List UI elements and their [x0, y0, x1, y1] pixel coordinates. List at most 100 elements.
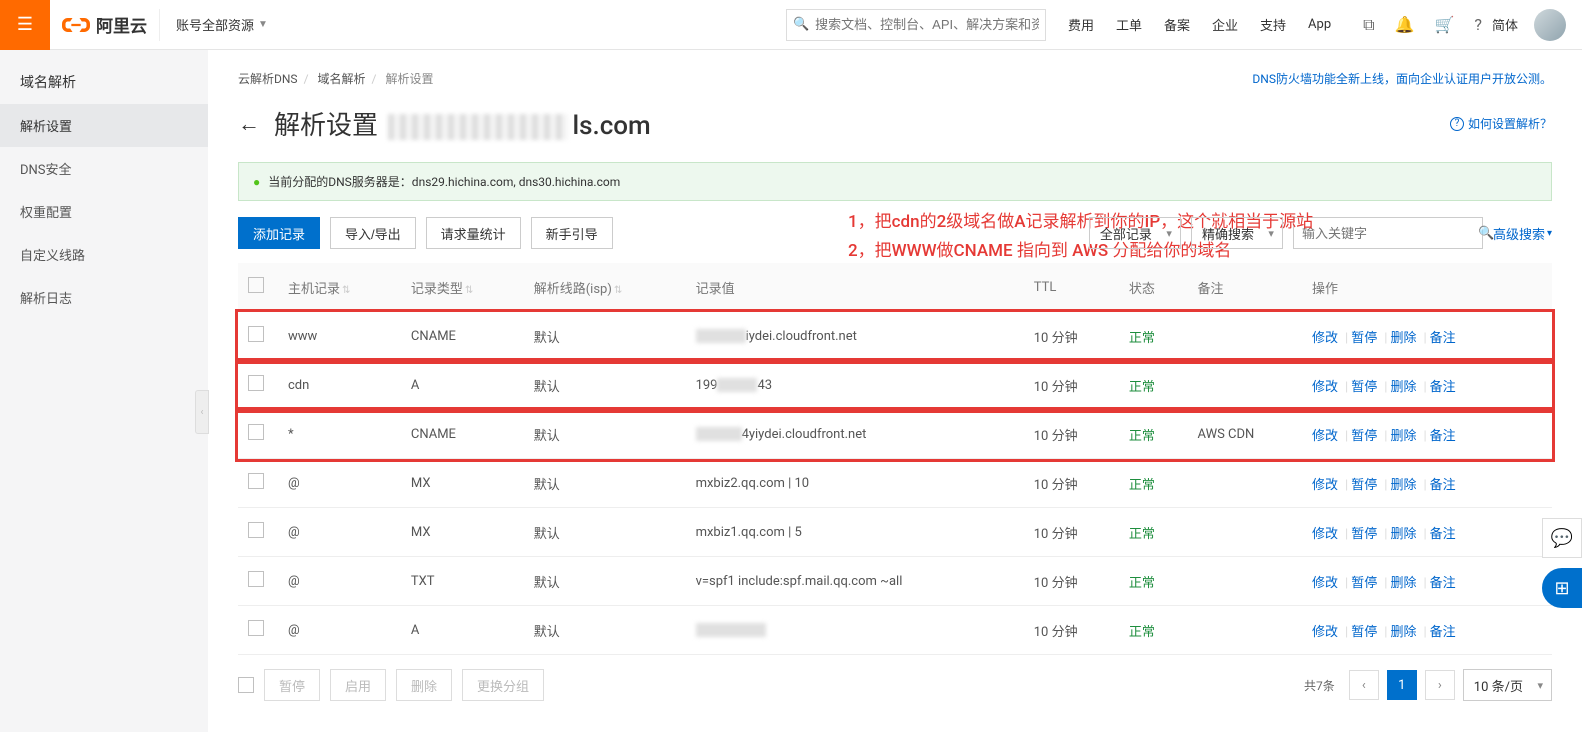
op-pause[interactable]: 暂停: [1351, 478, 1377, 493]
dns-server-alert: ● 当前分配的DNS服务器是：dns29.hichina.com, dns30.…: [238, 162, 1552, 201]
op-remark[interactable]: 备注: [1430, 331, 1456, 346]
sidebar-item-0[interactable]: 域名解析: [0, 60, 208, 104]
toolbar: 添加记录 导入/导出 请求量统计 新手引导 全部记录 精确搜索 🔍 高级搜索 ▾: [238, 217, 1552, 249]
nav-billing[interactable]: 费用: [1068, 15, 1094, 34]
op-remark[interactable]: 备注: [1430, 478, 1456, 493]
nav-support[interactable]: 支持: [1260, 15, 1286, 34]
op-remark[interactable]: 备注: [1430, 576, 1456, 591]
chat-float-button[interactable]: 💬: [1542, 518, 1582, 558]
nav-icp[interactable]: 备案: [1164, 15, 1190, 34]
bulk-delete-button[interactable]: 删除: [396, 669, 452, 701]
op-pause[interactable]: 暂停: [1351, 576, 1377, 591]
bulk-enable-button[interactable]: 启用: [330, 669, 386, 701]
help-icon[interactable]: ?: [1474, 15, 1482, 34]
op-delete[interactable]: 删除: [1390, 527, 1416, 542]
op-edit[interactable]: 修改: [1312, 625, 1338, 640]
sidebar-item-3[interactable]: 权重配置: [0, 190, 208, 233]
cart-icon[interactable]: 🛒: [1435, 15, 1455, 34]
page-1-button[interactable]: 1: [1387, 670, 1417, 700]
sidebar-item-1[interactable]: 解析设置: [0, 104, 208, 147]
op-edit[interactable]: 修改: [1312, 527, 1338, 542]
notification-icon[interactable]: 🔔: [1395, 15, 1415, 34]
bulk-pause-button[interactable]: 暂停: [264, 669, 320, 701]
op-edit[interactable]: 修改: [1312, 380, 1338, 395]
col-host[interactable]: 主机记录⇅: [278, 263, 401, 312]
op-remark[interactable]: 备注: [1430, 380, 1456, 395]
import-export-button[interactable]: 导入/导出: [330, 217, 416, 249]
row-checkbox[interactable]: [248, 326, 264, 342]
sidebar-item-4[interactable]: 自定义线路: [0, 233, 208, 276]
search-icon[interactable]: 🔍: [1478, 226, 1494, 241]
op-delete[interactable]: 删除: [1390, 331, 1416, 346]
col-line[interactable]: 解析线路(isp)⇅: [524, 263, 686, 312]
cell-value: iydei.cloudfront.net: [686, 312, 1024, 361]
op-pause[interactable]: 暂停: [1351, 380, 1377, 395]
page-size-select[interactable]: 10 条/页: [1463, 669, 1552, 701]
op-remark[interactable]: 备注: [1430, 429, 1456, 444]
col-type[interactable]: 记录类型⇅: [401, 263, 524, 312]
guide-button[interactable]: 新手引导: [531, 217, 613, 249]
row-checkbox[interactable]: [248, 571, 264, 587]
avatar[interactable]: [1534, 9, 1566, 41]
op-delete[interactable]: 删除: [1390, 380, 1416, 395]
nav-ticket[interactable]: 工单: [1116, 15, 1142, 34]
cell-host: @: [278, 606, 401, 655]
keyword-search[interactable]: 🔍: [1293, 217, 1483, 249]
col-remark: 备注: [1188, 263, 1303, 312]
search-mode-select[interactable]: 精确搜索: [1191, 217, 1283, 249]
advanced-search-link[interactable]: 高级搜索 ▾: [1493, 224, 1552, 243]
record-filter-select[interactable]: 全部记录: [1089, 217, 1181, 249]
keyword-input[interactable]: [1302, 226, 1478, 241]
back-arrow-icon[interactable]: ←: [238, 111, 260, 137]
op-pause[interactable]: 暂停: [1351, 625, 1377, 640]
add-record-button[interactable]: 添加记录: [238, 217, 320, 249]
table-row: @A默认10 分钟正常修改|暂停|删除|备注: [238, 606, 1552, 655]
cloudshell-icon[interactable]: ⧉: [1363, 15, 1374, 35]
apps-float-button[interactable]: ⊞: [1542, 568, 1582, 608]
row-checkbox[interactable]: [248, 522, 264, 538]
cell-status: 正常: [1119, 606, 1188, 655]
help-link[interactable]: ?如何设置解析？: [1450, 115, 1552, 132]
bulk-regroup-button[interactable]: 更换分组: [462, 669, 544, 701]
op-edit[interactable]: 修改: [1312, 478, 1338, 493]
request-stats-button[interactable]: 请求量统计: [426, 217, 521, 249]
page-next-button[interactable]: ›: [1425, 670, 1455, 700]
row-checkbox[interactable]: [248, 375, 264, 391]
sidebar-item-5[interactable]: 解析日志: [0, 276, 208, 319]
title-row: ← 解析设置 ls.com ?如何设置解析？: [238, 105, 1552, 142]
logo[interactable]: 阿里云: [50, 11, 159, 39]
global-search-input[interactable]: [809, 17, 1039, 32]
op-delete[interactable]: 删除: [1390, 625, 1416, 640]
row-checkbox[interactable]: [248, 620, 264, 636]
account-scope-dropdown[interactable]: 账号全部资源▼: [159, 9, 284, 41]
crumb-domain[interactable]: 域名解析: [318, 72, 366, 86]
nav-app[interactable]: App: [1308, 17, 1331, 32]
row-checkbox[interactable]: [248, 424, 264, 440]
op-edit[interactable]: 修改: [1312, 576, 1338, 591]
op-delete[interactable]: 删除: [1390, 478, 1416, 493]
cell-ttl: 10 分钟: [1024, 312, 1119, 361]
sidebar-item-2[interactable]: DNS安全: [0, 147, 208, 190]
page-prev-button[interactable]: ‹: [1349, 670, 1379, 700]
op-edit[interactable]: 修改: [1312, 429, 1338, 444]
op-delete[interactable]: 删除: [1390, 429, 1416, 444]
lang-switch[interactable]: 简体: [1492, 15, 1518, 34]
sidebar-collapse-button[interactable]: ‹: [195, 390, 209, 434]
op-pause[interactable]: 暂停: [1351, 331, 1377, 346]
op-pause[interactable]: 暂停: [1351, 527, 1377, 542]
op-pause[interactable]: 暂停: [1351, 429, 1377, 444]
op-remark[interactable]: 备注: [1430, 625, 1456, 640]
cell-ttl: 10 分钟: [1024, 410, 1119, 459]
top-icon-tray: ⧉ 🔔 🛒 ?: [1353, 15, 1492, 35]
crumb-root[interactable]: 云解析DNS: [238, 72, 298, 86]
announcement-link[interactable]: DNS防火墙功能全新上线，面向企业认证用户开放公测。: [1252, 70, 1552, 87]
global-search[interactable]: 🔍: [786, 9, 1046, 41]
nav-enterprise[interactable]: 企业: [1212, 15, 1238, 34]
row-checkbox[interactable]: [248, 473, 264, 489]
op-edit[interactable]: 修改: [1312, 331, 1338, 346]
op-delete[interactable]: 删除: [1390, 576, 1416, 591]
hamburger-menu-button[interactable]: ☰: [0, 0, 50, 50]
select-all-checkbox[interactable]: [248, 277, 264, 293]
op-remark[interactable]: 备注: [1430, 527, 1456, 542]
select-all-footer-checkbox[interactable]: [238, 677, 254, 693]
